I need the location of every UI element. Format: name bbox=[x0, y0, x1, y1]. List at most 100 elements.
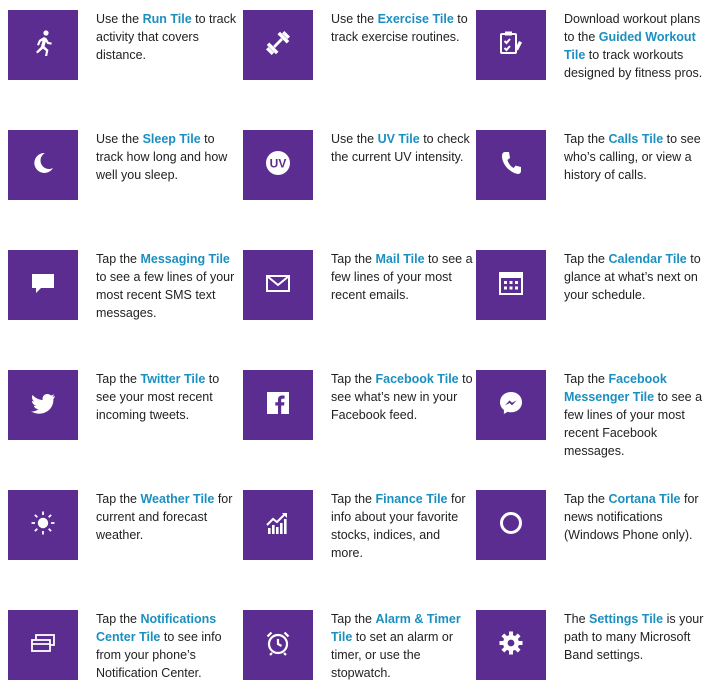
settings-icon bbox=[496, 628, 526, 663]
tile-name: Twitter Tile bbox=[140, 372, 206, 386]
tile-square bbox=[243, 10, 313, 80]
tile-description: Tap the Alarm & Timer Tile to set an ala… bbox=[331, 610, 473, 682]
description-text: Tap the bbox=[331, 492, 376, 506]
tile-description: Tap the Calls Tile to see who’s calling,… bbox=[564, 130, 706, 184]
tile-description: Tap the Facebook Tile to see what’s new … bbox=[331, 370, 473, 424]
tile-square bbox=[476, 610, 546, 680]
tile-name: Exercise Tile bbox=[377, 12, 454, 26]
notifications-icon bbox=[28, 628, 58, 663]
description-text: Tap the bbox=[564, 372, 609, 386]
description-text: Use the bbox=[96, 132, 143, 146]
tile-name: Cortana Tile bbox=[608, 492, 681, 506]
tile-guide: Use the Run Tile to track activity that … bbox=[0, 0, 719, 691]
tile-name: Mail Tile bbox=[375, 252, 425, 266]
facebook-icon bbox=[263, 388, 293, 423]
description-text: The bbox=[564, 612, 590, 626]
tile-entry: Tap the Notifications Center Tile to see… bbox=[8, 610, 233, 682]
tile-square bbox=[476, 490, 546, 560]
description-text: Tap the bbox=[564, 252, 609, 266]
tile-entry: Tap the Mail Tile to see a few lines of … bbox=[243, 250, 473, 322]
tile-square bbox=[243, 250, 313, 320]
tile-name: Calendar Tile bbox=[608, 252, 687, 266]
svg-text:UV: UV bbox=[270, 156, 287, 170]
tile-description: Download workout plans to the Guided Wor… bbox=[564, 10, 706, 82]
tile-description: Tap the Mail Tile to see a few lines of … bbox=[331, 250, 473, 304]
tile-square: UV bbox=[243, 130, 313, 200]
tile-description: Tap the Notifications Center Tile to see… bbox=[96, 610, 238, 682]
tile-entry: Use the Run Tile to track activity that … bbox=[8, 10, 236, 82]
tile-entry: Tap the Calls Tile to see who’s calling,… bbox=[476, 130, 701, 202]
exercise-icon bbox=[263, 28, 293, 63]
tile-description: Tap the Cortana Tile for news notificati… bbox=[564, 490, 706, 544]
description-text: Tap the bbox=[564, 492, 609, 506]
alarm-icon bbox=[263, 628, 293, 663]
messenger-icon bbox=[496, 388, 526, 423]
tile-entry: Download workout plans to the Guided Wor… bbox=[476, 10, 702, 82]
tile-name: Calls Tile bbox=[608, 132, 664, 146]
tile-entry: Tap the Cortana Tile for news notificati… bbox=[476, 490, 701, 562]
mail-icon bbox=[263, 268, 293, 303]
description-text: Tap the bbox=[331, 372, 376, 386]
tile-entry: Tap the Messaging Tile to see a few line… bbox=[8, 250, 234, 322]
description-text: Tap the bbox=[564, 132, 609, 146]
description-text: Tap the bbox=[96, 252, 141, 266]
description-text: to see a few lines of your most recent S… bbox=[96, 270, 235, 320]
calendar-icon bbox=[496, 268, 526, 303]
tile-description: Use the Sleep Tile to track how long and… bbox=[96, 130, 238, 184]
tile-entry: Use the Sleep Tile to track how long and… bbox=[8, 130, 233, 202]
weather-icon bbox=[28, 508, 58, 543]
tile-name: Finance Tile bbox=[375, 492, 448, 506]
description-text: Tap the bbox=[96, 372, 141, 386]
tile-name: Weather Tile bbox=[140, 492, 215, 506]
tile-square bbox=[476, 250, 546, 320]
tile-square bbox=[243, 490, 313, 560]
tile-entry: Tap the Facebook Messenger Tile to see a… bbox=[476, 370, 702, 458]
tile-square bbox=[8, 130, 78, 200]
tile-entry: UV Use the UV Tile to check the current U… bbox=[243, 130, 470, 202]
description-text: Tap the bbox=[96, 492, 141, 506]
tile-name: Sleep Tile bbox=[142, 132, 201, 146]
tile-description: Use the Run Tile to track activity that … bbox=[96, 10, 238, 64]
tile-name: Settings Tile bbox=[589, 612, 664, 626]
tile-entry: Tap the Finance Tile for info about your… bbox=[243, 490, 468, 562]
tile-entry: Tap the Facebook Tile to see what’s new … bbox=[243, 370, 473, 442]
description-text: Use the bbox=[331, 12, 378, 26]
tile-description: The Settings Tile is your path to many M… bbox=[564, 610, 706, 664]
uv-icon: UV bbox=[263, 148, 293, 183]
tile-square bbox=[8, 370, 78, 440]
tile-entry: Use the Exercise Tile to track exercise … bbox=[243, 10, 468, 82]
tile-entry: Tap the Weather Tile for current and for… bbox=[8, 490, 233, 562]
description-text: to track workouts designed by fitness pr… bbox=[564, 48, 703, 80]
tile-description: Tap the Twitter Tile to see your most re… bbox=[96, 370, 238, 424]
tile-description: Use the Exercise Tile to track exercise … bbox=[331, 10, 473, 46]
tile-square bbox=[243, 610, 313, 680]
run-icon bbox=[28, 28, 58, 63]
tile-name: UV Tile bbox=[377, 132, 420, 146]
description-text: Use the bbox=[96, 12, 143, 26]
tile-square bbox=[243, 370, 313, 440]
tile-description: Tap the Weather Tile for current and for… bbox=[96, 490, 238, 544]
tile-description: Tap the Messaging Tile to see a few line… bbox=[96, 250, 238, 322]
tile-name: Run Tile bbox=[142, 12, 192, 26]
tile-entry: Tap the Alarm & Timer Tile to set an ala… bbox=[243, 610, 468, 682]
tile-description: Tap the Finance Tile for info about your… bbox=[331, 490, 473, 562]
tile-square bbox=[476, 130, 546, 200]
tile-square bbox=[8, 490, 78, 560]
cortana-icon bbox=[496, 508, 526, 543]
message-icon bbox=[28, 268, 58, 303]
tile-description: Use the UV Tile to check the current UV … bbox=[331, 130, 473, 166]
tile-square bbox=[476, 10, 546, 80]
tile-square bbox=[8, 250, 78, 320]
tile-entry: The Settings Tile is your path to many M… bbox=[476, 610, 703, 682]
description-text: Use the bbox=[331, 132, 378, 146]
tile-description: Tap the Calendar Tile to glance at what’… bbox=[564, 250, 706, 304]
description-text: Tap the bbox=[331, 252, 376, 266]
guided-workout-icon bbox=[496, 28, 526, 63]
tile-square bbox=[8, 610, 78, 680]
tile-entry: Tap the Calendar Tile to glance at what’… bbox=[476, 250, 701, 322]
finance-icon bbox=[263, 508, 293, 543]
tile-description: Tap the Facebook Messenger Tile to see a… bbox=[564, 370, 706, 460]
tile-entry: Tap the Twitter Tile to see your most re… bbox=[8, 370, 233, 442]
tile-name: Messaging Tile bbox=[140, 252, 230, 266]
description-text: Tap the bbox=[96, 612, 141, 626]
